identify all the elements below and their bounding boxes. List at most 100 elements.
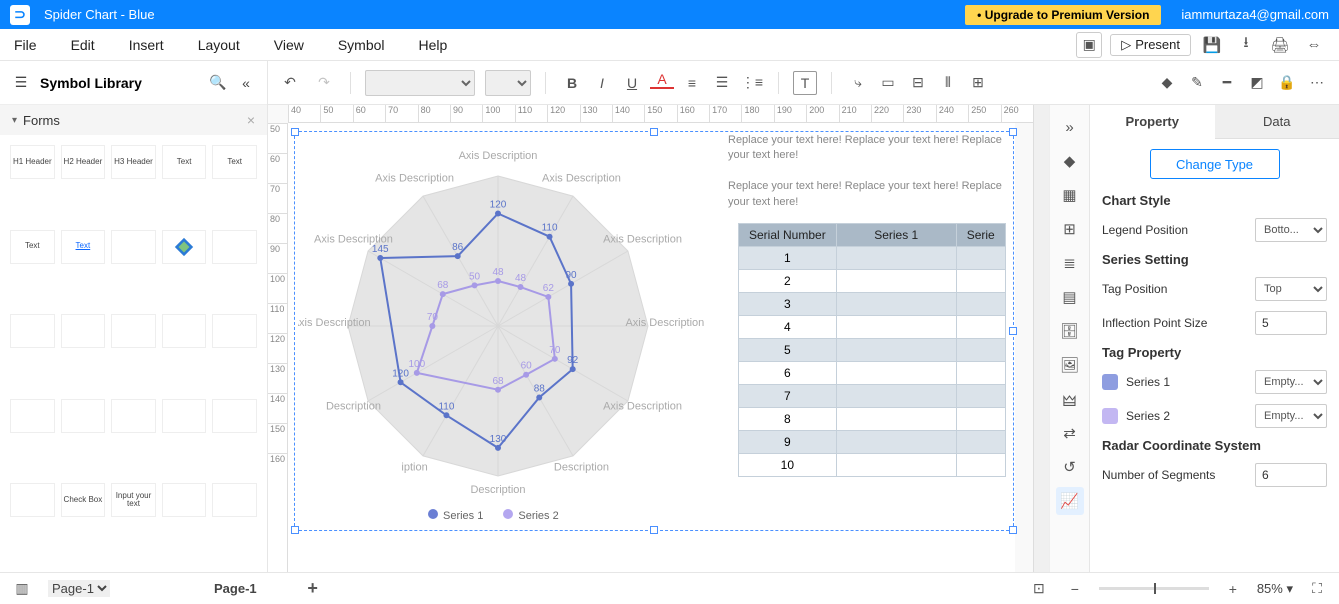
table-cell[interactable] <box>836 316 956 339</box>
shadow-icon[interactable]: ◩ <box>1245 71 1269 95</box>
user-email[interactable]: iammurtaza4@gmail.com <box>1181 7 1329 22</box>
random-icon[interactable]: ⇄ <box>1056 419 1084 447</box>
table-cell[interactable] <box>956 293 1005 316</box>
table-cell[interactable]: 8 <box>739 408 837 431</box>
menu-symbol[interactable]: Symbol <box>338 37 385 53</box>
table-cell[interactable] <box>956 385 1005 408</box>
table-cell[interactable]: 3 <box>739 293 837 316</box>
table-cell[interactable]: 5 <box>739 339 837 362</box>
fit-view-icon[interactable]: ⊡ <box>1027 577 1051 601</box>
undo-icon[interactable]: ↶ <box>278 71 302 95</box>
add-page-icon[interactable]: + <box>301 577 325 601</box>
library-item[interactable] <box>61 314 106 348</box>
menu-help[interactable]: Help <box>419 37 448 53</box>
apps-icon[interactable]: ⊞ <box>1056 215 1084 243</box>
font-color-icon[interactable]: A <box>650 71 674 89</box>
line-spacing-icon[interactable]: ☰ <box>710 71 734 95</box>
search-icon[interactable]: 🔍 <box>209 74 227 92</box>
library-item[interactable]: Text <box>10 230 55 264</box>
library-item[interactable]: Check Box <box>61 483 106 517</box>
library-item[interactable] <box>111 314 156 348</box>
table-cell[interactable] <box>956 316 1005 339</box>
font-size-select[interactable] <box>485 70 531 96</box>
table-cell[interactable] <box>956 431 1005 454</box>
redo-icon[interactable]: ↷ <box>312 71 336 95</box>
table-cell[interactable] <box>836 293 956 316</box>
forms-section-header[interactable]: ▾ Forms × <box>0 105 267 135</box>
upgrade-button[interactable]: • Upgrade to Premium Version <box>965 5 1161 25</box>
library-item[interactable] <box>212 483 257 517</box>
shape-icon[interactable]: ▭ <box>876 71 900 95</box>
zoom-slider[interactable] <box>1099 587 1209 590</box>
align-icon[interactable]: ≡ <box>680 71 704 95</box>
library-item[interactable] <box>61 399 106 433</box>
library-item[interactable]: Text <box>61 230 106 264</box>
table-cell[interactable]: 7 <box>739 385 837 408</box>
library-item[interactable] <box>10 483 55 517</box>
library-item[interactable] <box>162 399 207 433</box>
bold-icon[interactable]: B <box>560 71 584 95</box>
library-item[interactable]: H2 Header <box>61 145 106 179</box>
align-objects-icon[interactable]: ⊟ <box>906 71 930 95</box>
download-icon[interactable]: ⭳ <box>1233 32 1259 58</box>
library-item[interactable]: H1 Header <box>10 145 55 179</box>
connector-icon[interactable]: ⤷ <box>846 71 870 95</box>
layers-icon[interactable]: ≣ <box>1056 249 1084 277</box>
series-value-select[interactable]: Empty... <box>1255 370 1327 394</box>
table-cell[interactable] <box>956 339 1005 362</box>
chart-icon[interactable]: 📈 <box>1056 487 1084 515</box>
lock-icon[interactable]: 🔒 <box>1275 71 1299 95</box>
fullscreen-icon[interactable]: ⛶ <box>1305 577 1329 601</box>
line-style-icon[interactable]: ━ <box>1215 71 1239 95</box>
share-icon[interactable]: ⇔ <box>1301 32 1327 58</box>
table-cell[interactable] <box>836 339 956 362</box>
slideshow-icon[interactable]: ▣ <box>1076 32 1102 58</box>
table-cell[interactable]: 9 <box>739 431 837 454</box>
library-item[interactable] <box>162 230 207 264</box>
layout-icon[interactable]: ▤ <box>1056 283 1084 311</box>
table-cell[interactable] <box>836 247 956 270</box>
change-type-button[interactable]: Change Type <box>1150 149 1280 179</box>
library-item[interactable]: Input your text <box>111 483 156 517</box>
table-cell[interactable] <box>836 270 956 293</box>
table-cell[interactable]: 1 <box>739 247 837 270</box>
library-item[interactable]: H3 Header <box>111 145 156 179</box>
table-cell[interactable] <box>956 270 1005 293</box>
more-icon[interactable]: ⋯ <box>1305 71 1329 95</box>
grid-icon[interactable]: ▦ <box>1056 181 1084 209</box>
table-cell[interactable] <box>956 454 1005 477</box>
table-cell[interactable] <box>836 408 956 431</box>
series-value-select[interactable]: Empty... <box>1255 404 1327 428</box>
canvas-page[interactable]: Axis DescriptionAxis DescriptionAxis Des… <box>288 123 1015 572</box>
print-icon[interactable]: 🖨 <box>1267 32 1293 58</box>
tab-property[interactable]: Property <box>1090 105 1215 139</box>
distribute-icon[interactable]: ⫴ <box>936 71 960 95</box>
menu-edit[interactable]: Edit <box>71 37 95 53</box>
paint-icon[interactable]: ◆ <box>1056 147 1084 175</box>
italic-icon[interactable]: I <box>590 71 614 95</box>
font-family-select[interactable] <box>365 70 475 96</box>
history-icon[interactable]: ↺ <box>1056 453 1084 481</box>
inflection-size-input[interactable] <box>1255 311 1327 335</box>
library-item[interactable] <box>162 314 207 348</box>
tab-data[interactable]: Data <box>1215 105 1339 139</box>
library-item[interactable] <box>10 314 55 348</box>
num-segments-input[interactable] <box>1255 463 1327 487</box>
placeholder-text[interactable]: Replace your text here! Replace your tex… <box>728 133 1018 210</box>
menu-insert[interactable]: Insert <box>129 37 164 53</box>
legend-position-select[interactable]: Botto... <box>1255 218 1327 242</box>
library-item[interactable] <box>10 399 55 433</box>
library-item[interactable] <box>212 399 257 433</box>
radar-chart[interactable]: Axis DescriptionAxis DescriptionAxis Des… <box>298 131 718 511</box>
tag-position-select[interactable]: Top <box>1255 277 1327 301</box>
library-item[interactable]: Text <box>162 145 207 179</box>
table-cell[interactable] <box>836 385 956 408</box>
pages-icon[interactable]: ▥ <box>10 577 34 601</box>
group-icon[interactable]: ⊞ <box>966 71 990 95</box>
collapse-left-icon[interactable]: « <box>237 74 255 92</box>
underline-icon[interactable]: U <box>620 71 644 95</box>
expand-icon[interactable]: » <box>1056 113 1084 141</box>
table-cell[interactable] <box>956 247 1005 270</box>
table-cell[interactable]: 6 <box>739 362 837 385</box>
table-cell[interactable] <box>836 362 956 385</box>
